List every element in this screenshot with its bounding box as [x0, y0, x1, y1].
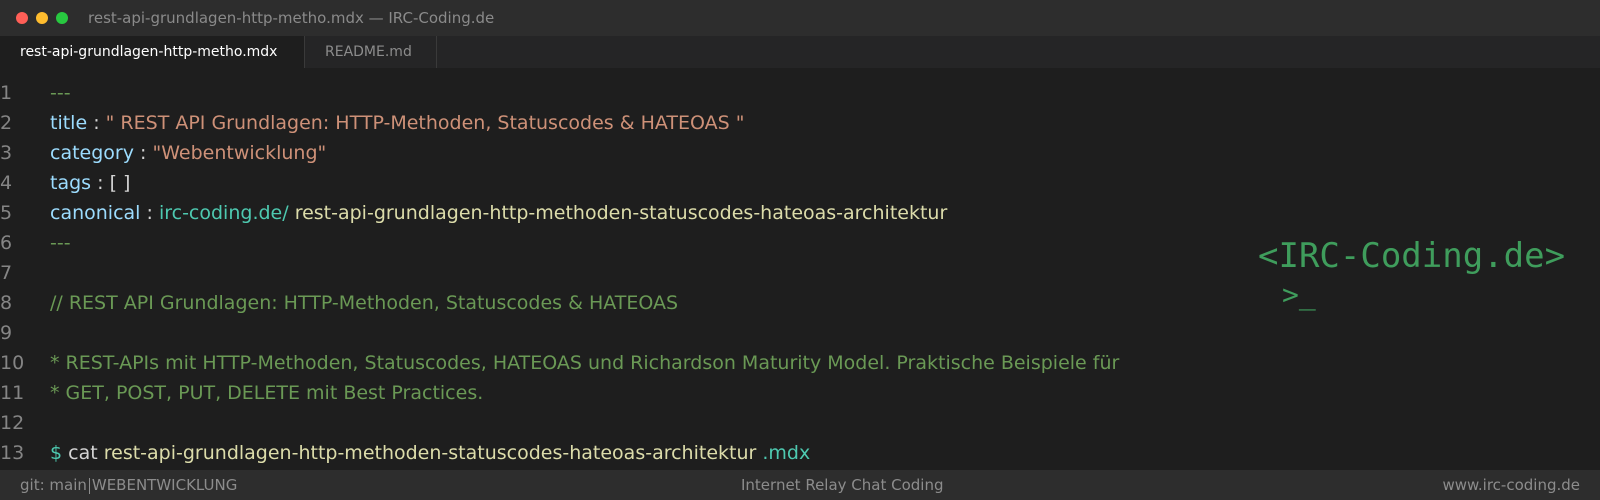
line-number: 6 — [0, 232, 13, 254]
category-value: "Webentwicklung" — [152, 142, 327, 164]
tags-key: tags — [50, 172, 92, 194]
line-number: 1 — [0, 82, 13, 104]
git-branch[interactable]: git: main — [20, 476, 87, 494]
heading-comment: // REST API Grundlagen: HTTP-Methoden, S… — [50, 292, 679, 314]
file-extension: .mdx — [762, 442, 811, 464]
line-number: 12 — [0, 412, 25, 434]
line-number: 10 — [0, 352, 25, 374]
colon: : — [146, 202, 153, 224]
line-number: 9 — [0, 322, 13, 344]
line-number: 11 — [0, 382, 25, 404]
line-number: 8 — [0, 292, 13, 314]
tags-value: [ ] — [109, 172, 131, 194]
colon: : — [93, 112, 100, 134]
website-link[interactable]: www.irc-coding.de — [1442, 470, 1580, 500]
status-separator — [88, 477, 90, 494]
brand-logo: <IRC-Coding.de> — [1258, 236, 1566, 276]
shell-prompt: $ — [50, 442, 63, 464]
description-line: * GET, POST, PUT, DELETE mit Best Practi… — [50, 382, 484, 404]
window-title: rest-api-grundlagen-http-metho.mdx — IRC… — [88, 9, 495, 27]
line-number: 7 — [0, 262, 13, 284]
minimize-window-button[interactable] — [36, 12, 48, 24]
tab-rest-api-mdx[interactable]: rest-api-grundlagen-http-metho.mdx — [0, 36, 305, 68]
colon: : — [97, 172, 104, 194]
maximize-window-button[interactable] — [56, 12, 68, 24]
line-number: 13 — [0, 442, 25, 464]
status-center-text: Internet Relay Chat Coding — [741, 476, 944, 494]
line-number: 5 — [0, 202, 13, 224]
line-number: 3 — [0, 142, 13, 164]
close-window-button[interactable] — [16, 12, 28, 24]
frontmatter-delimiter: --- — [50, 232, 71, 254]
tab-readme[interactable]: README.md — [305, 36, 437, 68]
terminal-prompt-icon: >_ — [1282, 278, 1316, 311]
file-stem: rest-api-grundlagen-http-methoden-status… — [103, 442, 757, 464]
line-number: 2 — [0, 112, 13, 134]
category-key: category — [50, 142, 134, 164]
colon: : — [140, 142, 147, 164]
canonical-key: canonical — [50, 202, 141, 224]
canonical-domain: irc-coding.de/ — [158, 202, 289, 224]
title-bar: rest-api-grundlagen-http-metho.mdx — IRC… — [0, 0, 1600, 36]
line-number: 4 — [0, 172, 13, 194]
description-line: * REST-APIs mit HTTP-Methoden, Statuscod… — [50, 352, 1120, 374]
shell-command: cat — [68, 442, 98, 464]
canonical-slug: rest-api-grundlagen-http-methoden-status… — [294, 202, 948, 224]
tab-bar: rest-api-grundlagen-http-metho.mdx READM… — [0, 36, 1600, 68]
status-left: git: main WEBENTWICKLUNG — [20, 470, 237, 500]
title-value: " REST API Grundlagen: HTTP-Methoden, St… — [105, 112, 745, 134]
title-key: title — [50, 112, 88, 134]
status-bar: git: main WEBENTWICKLUNG Internet Relay C… — [0, 470, 1600, 500]
frontmatter-delimiter: --- — [50, 82, 71, 104]
category-label: WEBENTWICKLUNG — [91, 476, 238, 494]
